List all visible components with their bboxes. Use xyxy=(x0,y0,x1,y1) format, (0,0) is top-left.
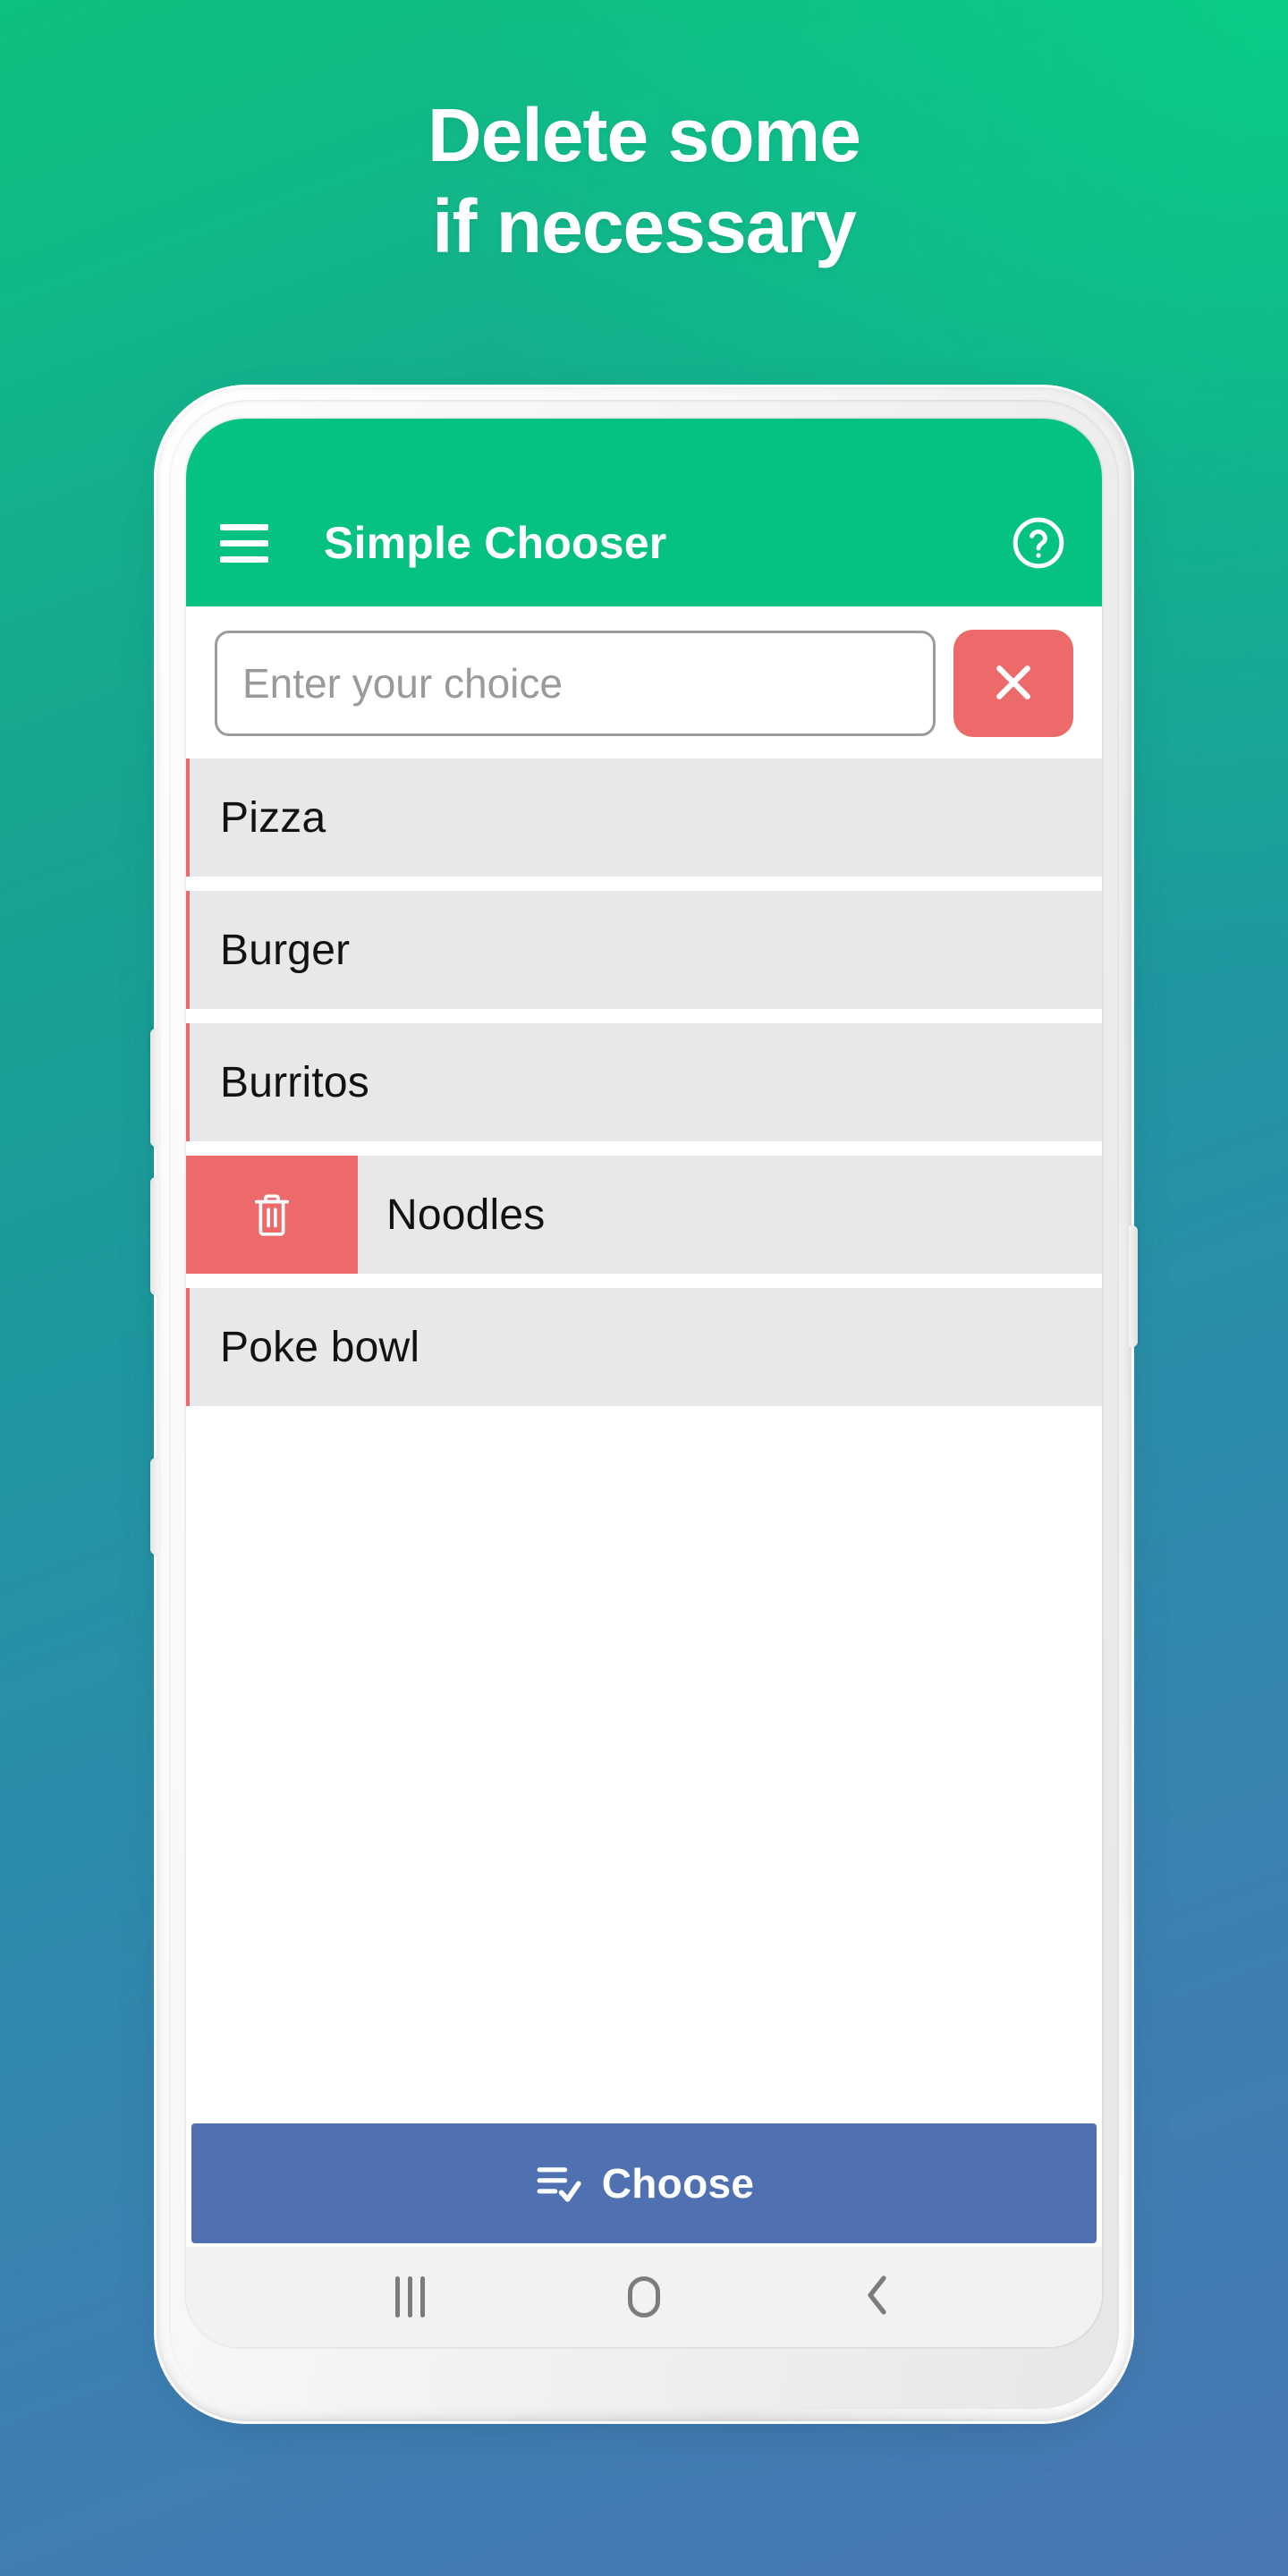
phone-body: Simple Chooser Enter your choice Pizza B… xyxy=(150,385,1138,2424)
choose-button-label: Choose xyxy=(601,2160,755,2207)
list-item[interactable]: Burger xyxy=(186,891,1102,1009)
choice-input-row xyxy=(186,606,1102,758)
nav-recents-button[interactable] xyxy=(368,2261,453,2333)
list-item-label: Pizza xyxy=(220,793,326,842)
clear-button[interactable] xyxy=(953,630,1073,737)
hamburger-menu-icon[interactable] xyxy=(220,515,275,571)
list-item[interactable]: Burritos xyxy=(186,1023,1102,1141)
recents-icon xyxy=(395,2276,426,2318)
list-item-surface[interactable]: Burger xyxy=(190,891,1102,1009)
list-item-surface[interactable]: Noodles xyxy=(358,1156,1102,1274)
list-item[interactable]: Noodles xyxy=(186,1156,1102,1274)
playlist-check-icon xyxy=(534,2161,584,2207)
side-key-button[interactable] xyxy=(1129,1225,1138,1347)
choices-list: Pizza Burger Burritos Noodles Poke bowl xyxy=(186,758,1102,2123)
list-item-label: Poke bowl xyxy=(220,1323,420,1371)
list-item-label: Noodles xyxy=(386,1191,546,1239)
volume-down-button[interactable] xyxy=(150,1177,159,1295)
choice-input[interactable] xyxy=(215,631,936,736)
list-item-surface[interactable]: Poke bowl xyxy=(190,1288,1102,1406)
close-x-icon xyxy=(987,657,1039,711)
promo-headline: Delete some if necessary xyxy=(0,89,1288,273)
list-item[interactable]: Poke bowl xyxy=(186,1288,1102,1406)
app-title: Simple Chooser xyxy=(324,518,667,568)
volume-up-button[interactable] xyxy=(150,1029,159,1147)
list-item-surface[interactable]: Pizza xyxy=(190,758,1102,877)
list-item[interactable]: Pizza xyxy=(186,758,1102,877)
list-item-label: Burger xyxy=(220,926,351,974)
choose-button[interactable]: Choose xyxy=(191,2123,1097,2243)
power-button[interactable] xyxy=(150,1458,159,1555)
help-circle-icon[interactable] xyxy=(1009,513,1068,572)
home-icon xyxy=(627,2276,660,2318)
android-nav-bar xyxy=(186,2247,1102,2347)
nav-home-button[interactable] xyxy=(601,2261,687,2333)
phone-mockup: Simple Chooser Enter your choice Pizza B… xyxy=(150,385,1138,2433)
back-chevron-icon xyxy=(860,2272,895,2323)
list-item-surface[interactable]: Burritos xyxy=(190,1023,1102,1141)
phone-screen: Simple Chooser Enter your choice Pizza B… xyxy=(186,419,1102,2347)
list-item-label: Burritos xyxy=(220,1058,369,1106)
nav-back-button[interactable] xyxy=(835,2261,920,2333)
headline-line-1: Delete some xyxy=(428,93,861,177)
headline-line-2: if necessary xyxy=(432,184,857,269)
trash-can-icon[interactable] xyxy=(186,1156,358,1274)
promo-stage: Delete some if necessary Simple Chooser xyxy=(0,0,1288,2576)
app-bar: Simple Chooser xyxy=(186,419,1102,606)
